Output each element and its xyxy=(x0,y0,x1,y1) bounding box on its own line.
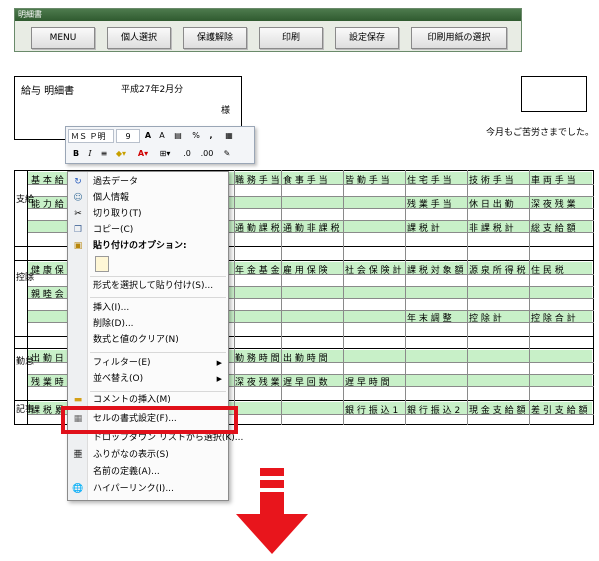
print-button[interactable]: 印刷 xyxy=(259,27,323,49)
comma-icon[interactable]: , xyxy=(206,129,216,143)
fill-color-icon[interactable]: ◆▾ xyxy=(112,147,130,161)
menu-item-delete[interactable]: 削除(D)... xyxy=(68,317,228,332)
cell-income-tax: 源 泉 所 得 税 xyxy=(469,266,526,276)
unprotect-button[interactable]: 保護解除 xyxy=(183,27,247,49)
select-person-button[interactable]: 個人選択 xyxy=(107,27,171,49)
cell-year-end-adjust: 年 末 調 整 xyxy=(407,314,452,324)
stamp-box xyxy=(521,76,587,112)
scissors-icon: ✂ xyxy=(74,209,82,219)
menu-item-paste-special[interactable]: 形式を選択して貼り付け(S)... xyxy=(68,279,228,294)
bold-icon[interactable]: B xyxy=(70,147,82,161)
mini-toolbar: ＭＳ Ｐ明 9 A A ▤ % , ▦ B I ≡ ◆▾ A▾ ⊞▾ .0 .0… xyxy=(65,126,255,164)
toolbar-window: 明細書 MENU 個人選択 保護解除 印刷 設定保存 印刷用紙の選択 xyxy=(14,8,522,52)
cell-commute-nontaxable: 通 勤 非 課 税 xyxy=(283,224,340,234)
cell-pension-fund: 年 金 基 金 xyxy=(235,266,280,276)
shrink-font-icon[interactable]: A xyxy=(156,129,168,143)
cell-attendance-allowance: 皆 勤 手 当 xyxy=(345,176,390,186)
form-period: 平成27年2月分 xyxy=(121,85,184,95)
submenu-arrow-icon: ▶ xyxy=(216,375,222,383)
align-center-icon[interactable]: ≡ xyxy=(98,147,110,161)
cell-late-hours: 遅 早 時 間 xyxy=(345,378,390,388)
cell-taxable-total: 課 税 計 xyxy=(407,224,440,234)
cell-overtime: 残 業 手 当 xyxy=(407,200,452,210)
cell-bank-transfer-2: 銀 行 振 込 2 xyxy=(407,406,461,416)
form-title: 給与 明細書 xyxy=(21,86,75,97)
cell-vehicle-allowance: 車 両 手 当 xyxy=(531,176,576,186)
font-color-icon[interactable]: A▾ xyxy=(134,147,152,161)
format-painter-icon[interactable]: ✎ xyxy=(220,147,234,161)
cell-work-hours: 勤 務 時 間 xyxy=(235,354,280,364)
cell-attend-hours: 出 勤 時 間 xyxy=(283,354,328,364)
down-arrow-icon xyxy=(236,468,308,554)
menu-item-insert[interactable]: 挿入(I)... xyxy=(68,301,228,316)
menu-item-clear-contents[interactable]: 数式と値のクリア(N) xyxy=(68,333,228,348)
cell-gross-pay: 総 支 給 額 xyxy=(531,224,576,234)
save-settings-button[interactable]: 設定保存 xyxy=(335,27,399,49)
cell-social-insurance-total: 社 会 保 険 計 xyxy=(345,266,402,276)
cell-basic-pay: 基 本 給 xyxy=(31,176,64,186)
menu-item-paste-options: ▣ 貼り付けのオプション: xyxy=(73,241,187,251)
italic-icon[interactable]: I xyxy=(84,147,96,161)
cell-holiday-work: 休 日 出 勤 xyxy=(469,200,514,210)
paste-option-icon[interactable] xyxy=(95,256,109,272)
cell-late-count: 遅 早 回 数 xyxy=(283,378,328,388)
context-menu: ↻ 過去データ ☺ 個人情報 ✂ 切り取り(T) ❐ コピー(C) ▣ 貼り付けのオプショ… xyxy=(67,171,243,501)
highlight-box xyxy=(61,406,238,434)
percent-icon[interactable]: % xyxy=(190,129,202,143)
select-paper-button[interactable]: 印刷用紙の選択 xyxy=(411,27,507,49)
honorific: 様 xyxy=(221,106,231,116)
copy-icon: ❐ xyxy=(73,225,83,235)
hyperlink-icon: 🌐 xyxy=(72,484,84,494)
cell-resident-tax: 住 民 税 xyxy=(531,266,564,276)
cell-meal-allowance: 食 事 手 当 xyxy=(283,176,328,186)
menu-item-show-furigana[interactable]: 亜ふりがなの表示(S) xyxy=(68,448,228,463)
cell-night-overtime: 深 夜 残 業 xyxy=(531,200,576,210)
borders-icon[interactable]: ⊞▾ xyxy=(156,147,174,161)
paste-icon: ▣ xyxy=(73,241,83,251)
cell-duty-allowance: 職 務 手 当 xyxy=(235,176,280,186)
menu-item-cut[interactable]: ✂ 切り取り(T) xyxy=(68,207,228,222)
cell-net-pay: 差 引 支 給 額 xyxy=(531,406,588,416)
cell-ability-pay: 能 力 給 xyxy=(31,200,64,210)
menu-button[interactable]: MENU xyxy=(31,27,95,49)
cell-employment-insurance: 雇 用 保 険 xyxy=(283,266,328,276)
increase-decimal-icon[interactable]: .0 xyxy=(178,147,196,161)
grow-font-icon[interactable]: A xyxy=(142,129,154,143)
font-size-box[interactable]: 9 xyxy=(116,129,140,143)
menu-item-personal-info[interactable]: ☺ 個人情報 xyxy=(68,191,228,206)
cell-night-ot: 深 夜 残 業 xyxy=(235,378,280,388)
toolbar-title: 明細書 xyxy=(15,9,521,21)
cell-housing-allowance: 住 宅 手 当 xyxy=(407,176,452,186)
cell-cash-payment: 現 金 支 給 額 xyxy=(469,406,526,416)
furigana-icon: 亜 xyxy=(73,450,83,460)
menu-item-define-name[interactable]: 名前の定義(A)... xyxy=(68,465,228,480)
format-painter-table-icon[interactable]: ▦ xyxy=(222,129,236,143)
cell-commute-taxable: 通 勤 課 税 xyxy=(235,224,280,234)
currency-icon[interactable]: ▤ xyxy=(170,129,186,143)
cell-deduct-subtotal: 控 除 計 xyxy=(469,314,502,324)
cell-nontaxable-total: 非 課 税 計 xyxy=(469,224,514,234)
refresh-icon: ↻ xyxy=(74,177,82,187)
person-icon: ☺ xyxy=(73,193,83,203)
menu-item-copy[interactable]: ❐ コピー(C) xyxy=(68,223,228,238)
cell-skill-allowance: 技 術 手 当 xyxy=(469,176,514,186)
decrease-decimal-icon[interactable]: .00 xyxy=(198,147,216,161)
comment-icon: ▬ xyxy=(73,395,83,405)
font-name-box[interactable]: ＭＳ Ｐ明 xyxy=(68,129,114,143)
submenu-arrow-icon: ▶ xyxy=(216,359,222,367)
cell-bank-transfer-1: 銀 行 振 込 1 xyxy=(345,406,399,416)
menu-item-sort[interactable]: 並べ替え(O) ▶ xyxy=(68,372,228,387)
menu-item-filter[interactable]: フィルター(E) ▶ xyxy=(68,356,228,371)
cell-deduct-total: 控 除 合 計 xyxy=(531,314,576,324)
cell-taxable-amount: 課 税 対 象 額 xyxy=(407,266,464,276)
greeting-note: 今月もご苦労さまでした。 xyxy=(486,128,595,138)
menu-item-hyperlink[interactable]: 🌐 ハイパーリンク(I)... xyxy=(68,482,228,497)
menu-item-past-data[interactable]: ↻ 過去データ xyxy=(68,175,228,190)
